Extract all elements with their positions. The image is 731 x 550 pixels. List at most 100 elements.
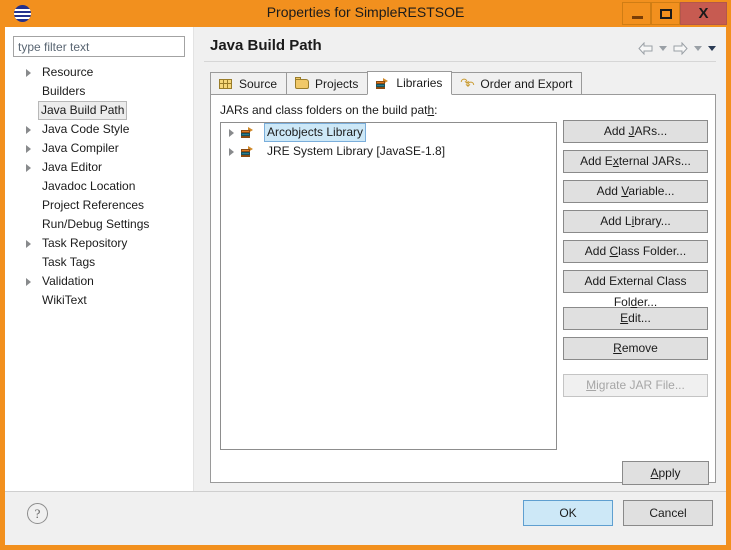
books-icon [375, 76, 391, 91]
expand-triangle-icon[interactable] [26, 240, 31, 248]
button-group-spacer [563, 367, 708, 374]
sidebar-item-java-code-style[interactable]: Java Code Style [5, 120, 193, 139]
sidebar-item-label: Javadoc Location [42, 179, 136, 193]
sidebar-item-label: Task Repository [42, 236, 128, 250]
tab-label: Source [239, 76, 278, 91]
library-row[interactable]: JRE System Library [JavaSE-1.8] [221, 142, 556, 161]
expand-triangle-icon[interactable] [229, 148, 234, 156]
library-icon [240, 125, 256, 140]
sidebar-item-wikitext[interactable]: WikiText [5, 291, 193, 310]
sidebar-item-run-debug-settings[interactable]: Run/Debug Settings [5, 215, 193, 234]
maximize-button[interactable] [651, 2, 680, 25]
sidebar-item-resource[interactable]: Resource [5, 63, 193, 82]
sidebar-item-task-tags[interactable]: Task Tags [5, 253, 193, 272]
expand-triangle-icon[interactable] [229, 129, 234, 137]
settings-navigation-pane: Resource Builders Java Build Path Java Code… [5, 27, 194, 491]
dialog-footer: ? OK Cancel [5, 492, 726, 545]
minimize-button[interactable] [622, 2, 651, 25]
button-label-pre: Add L [600, 214, 632, 228]
forward-arrow-icon[interactable] [673, 41, 688, 55]
sidebar-item-label: Java Code Style [42, 122, 130, 136]
sidebar-item-label: Validation [42, 274, 94, 288]
sidebar-item-label: Java Build Path [38, 101, 128, 120]
expand-triangle-icon[interactable] [26, 145, 31, 153]
libraries-tree[interactable]: Arcobjects Library JRE System Library [Ja… [220, 122, 557, 450]
button-label-pre: Add [584, 244, 610, 258]
button-label-post: igrate JAR File... [596, 378, 685, 392]
add-variable-button[interactable]: Add Variable... [563, 180, 708, 203]
tab-source[interactable]: Source [210, 72, 288, 95]
migrate-jar-file-button: Migrate JAR File... [563, 374, 708, 397]
expand-triangle-icon[interactable] [26, 69, 31, 77]
tab-order-and-export[interactable]: ↷ ↶ Order and Export [451, 72, 583, 95]
tab-label: Projects [315, 76, 359, 91]
view-menu-chevron-down-icon[interactable] [708, 45, 716, 51]
button-label-post: lass Folder... [618, 244, 687, 258]
libraries-action-buttons: Add JARs... Add External JARs... Add Varia… [563, 120, 708, 404]
sidebar-item-label: WikiText [42, 293, 87, 307]
add-external-class-folder-button[interactable]: Add External Class Folder... [563, 270, 708, 309]
sidebar-item-task-repository[interactable]: Task Repository [5, 234, 193, 253]
button-label-post: ARs... [634, 124, 668, 138]
library-name: Arcobjects Library [264, 123, 367, 142]
tab-libraries[interactable]: Libraries [367, 71, 453, 95]
button-mnemonic: C [609, 244, 619, 258]
add-jars-button[interactable]: Add JARs... [563, 120, 708, 143]
maximize-icon [660, 9, 672, 19]
close-button[interactable]: X [680, 2, 727, 25]
order-export-icon: ↷ ↶ [460, 77, 475, 92]
help-icon[interactable]: ? [27, 503, 48, 524]
expand-triangle-icon[interactable] [26, 126, 31, 134]
library-icon [240, 144, 256, 159]
folder-icon [294, 76, 310, 91]
button-mnemonic: E [620, 311, 629, 325]
edit-button[interactable]: Edit... [563, 307, 708, 330]
button-mnemonic: M [586, 378, 597, 392]
properties-dialog-window: Properties for SimpleRESTSOE X Resource B… [0, 0, 731, 550]
title-bar: Properties for SimpleRESTSOE X [0, 0, 731, 27]
libraries-tab-page: JARs and class folders on the build path… [210, 94, 716, 483]
button-label-pre: Add [596, 184, 622, 198]
back-history-chevron-down-icon[interactable] [659, 45, 667, 51]
cancel-button[interactable]: Cancel [623, 500, 713, 526]
sidebar-item-builders[interactable]: Builders [5, 82, 193, 101]
ok-button[interactable]: OK [523, 500, 613, 526]
sidebar-item-label: Resource [42, 65, 94, 79]
sidebar-item-label: Java Compiler [42, 141, 119, 155]
sidebar-item-javadoc-location[interactable]: Javadoc Location [5, 177, 193, 196]
button-label-pre: Add [603, 124, 629, 138]
minimize-icon [632, 16, 643, 19]
back-arrow-icon[interactable] [638, 41, 653, 55]
sidebar-item-project-references[interactable]: Project References [5, 196, 193, 215]
filter-input[interactable] [13, 36, 185, 57]
button-label-post: ariable... [628, 184, 675, 198]
jars-label-prefix: JARs and class folders on the build pat [220, 103, 428, 117]
expand-triangle-icon[interactable] [26, 278, 31, 286]
sidebar-item-validation[interactable]: Validation [5, 272, 193, 291]
package-icon [218, 76, 234, 91]
forward-history-chevron-down-icon[interactable] [694, 45, 702, 51]
sidebar-item-label: Task Tags [42, 255, 96, 269]
apply-button[interactable]: Apply [622, 461, 709, 485]
add-library-button[interactable]: Add Library... [563, 210, 708, 233]
add-class-folder-button[interactable]: Add Class Folder... [563, 240, 708, 263]
tab-label: Libraries [396, 76, 443, 90]
button-label-post: brary... [634, 214, 671, 228]
add-external-jars-button[interactable]: Add External JARs... [563, 150, 708, 173]
sidebar-item-java-compiler[interactable]: Java Compiler [5, 139, 193, 158]
jars-description-label: JARs and class folders on the build path… [220, 103, 437, 117]
build-path-tabs: Source Projects Libraries ↷ ↶ Order and Expor… [210, 71, 583, 95]
tab-label: Order and Export [480, 76, 573, 91]
library-row[interactable]: Arcobjects Library [221, 123, 556, 142]
button-label-pre: Add E [580, 154, 613, 168]
sidebar-item-java-editor[interactable]: Java Editor [5, 158, 193, 177]
sidebar-item-label: Builders [42, 84, 86, 98]
settings-content-pane: Java Build Path Source Projects Librarie… [194, 27, 726, 491]
jars-label-suffix: : [434, 103, 438, 117]
sidebar-item-label: Run/Debug Settings [42, 217, 150, 231]
sidebar-item-java-build-path[interactable]: Java Build Path [5, 101, 193, 120]
button-label-post: ternal JARs... [618, 154, 691, 168]
remove-button[interactable]: Remove [563, 337, 708, 360]
expand-triangle-icon[interactable] [26, 164, 31, 172]
tab-projects[interactable]: Projects [286, 72, 369, 95]
